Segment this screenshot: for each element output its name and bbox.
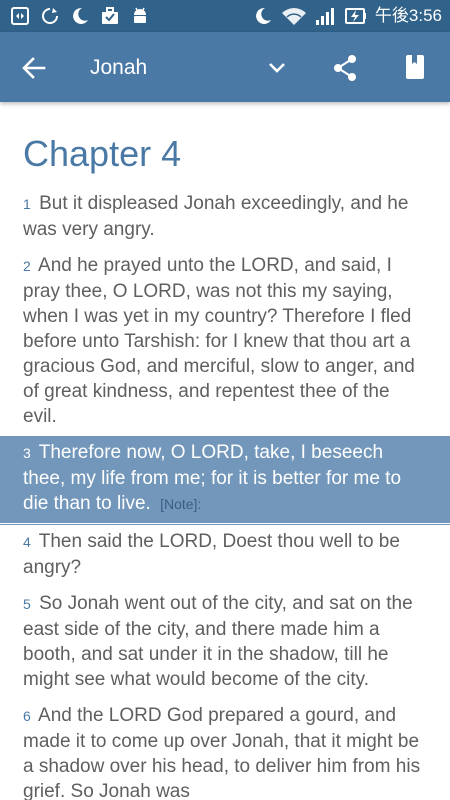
verse-list: 1 But it displeased Jonah exceedingly, a… xyxy=(0,187,450,800)
note-link[interactable]: [Note]: xyxy=(160,496,201,512)
chapter-content[interactable]: Chapter 4 1 But it displeased Jonah exce… xyxy=(0,102,450,800)
screen-icon xyxy=(11,7,29,25)
verse-2[interactable]: 2 And he prayed unto the LORD, and said,… xyxy=(0,249,450,435)
status-bar: 午後3:56 xyxy=(0,0,450,32)
verse-1[interactable]: 1 But it displeased Jonah exceedingly, a… xyxy=(0,187,450,248)
moon-icon xyxy=(256,7,271,24)
signal-icon xyxy=(315,8,334,25)
moon-icon xyxy=(73,7,88,24)
book-title[interactable]: Jonah xyxy=(90,55,147,81)
verse-number: 2 xyxy=(23,258,31,274)
verse-text: And the LORD God prepared a gourd, and m… xyxy=(23,705,421,800)
app-bar: Jonah xyxy=(0,32,450,102)
share-icon[interactable] xyxy=(331,53,359,83)
verse-5[interactable]: 5 So Jonah went out of the city, and sat… xyxy=(0,587,450,698)
verse-text: And he prayed unto the LORD, and said, I… xyxy=(23,255,415,427)
verse-number: 3 xyxy=(23,445,31,461)
android-icon xyxy=(134,7,146,23)
battery-charging-icon xyxy=(344,8,366,24)
chevron-down-icon[interactable] xyxy=(264,56,290,80)
verse-text: So Jonah went out of the city, and sat o… xyxy=(23,593,413,690)
status-bar-left xyxy=(10,6,150,26)
chapter-title: Chapter 4 xyxy=(23,133,182,174)
wifi-icon xyxy=(281,8,306,25)
verse-4[interactable]: 4 Then said the LORD, Doest thou well to… xyxy=(0,525,450,586)
verse-number: 4 xyxy=(23,534,31,550)
briefcase-icon xyxy=(102,7,118,24)
bookmark-icon[interactable] xyxy=(400,52,430,82)
verse-text: Therefore now, O LORD, take, I beseech t… xyxy=(23,442,402,514)
status-bar-right: 午後3:56 xyxy=(253,5,442,27)
verse-text: But it displeased Jonah exceedingly, and… xyxy=(23,193,409,240)
sync-icon xyxy=(42,8,58,24)
verse-number: 6 xyxy=(23,708,31,724)
verse-number: 5 xyxy=(23,596,31,612)
verse-number: 1 xyxy=(23,196,31,212)
verse-text: Then said the LORD, Doest thou well to b… xyxy=(23,531,400,578)
verse-3-highlighted[interactable]: 3 Therefore now, O LORD, take, I beseech… xyxy=(0,436,450,523)
status-time: 午後3:56 xyxy=(374,6,442,25)
back-arrow-icon[interactable] xyxy=(20,54,48,82)
verse-6[interactable]: 6 And the LORD God prepared a gourd, and… xyxy=(0,699,450,800)
